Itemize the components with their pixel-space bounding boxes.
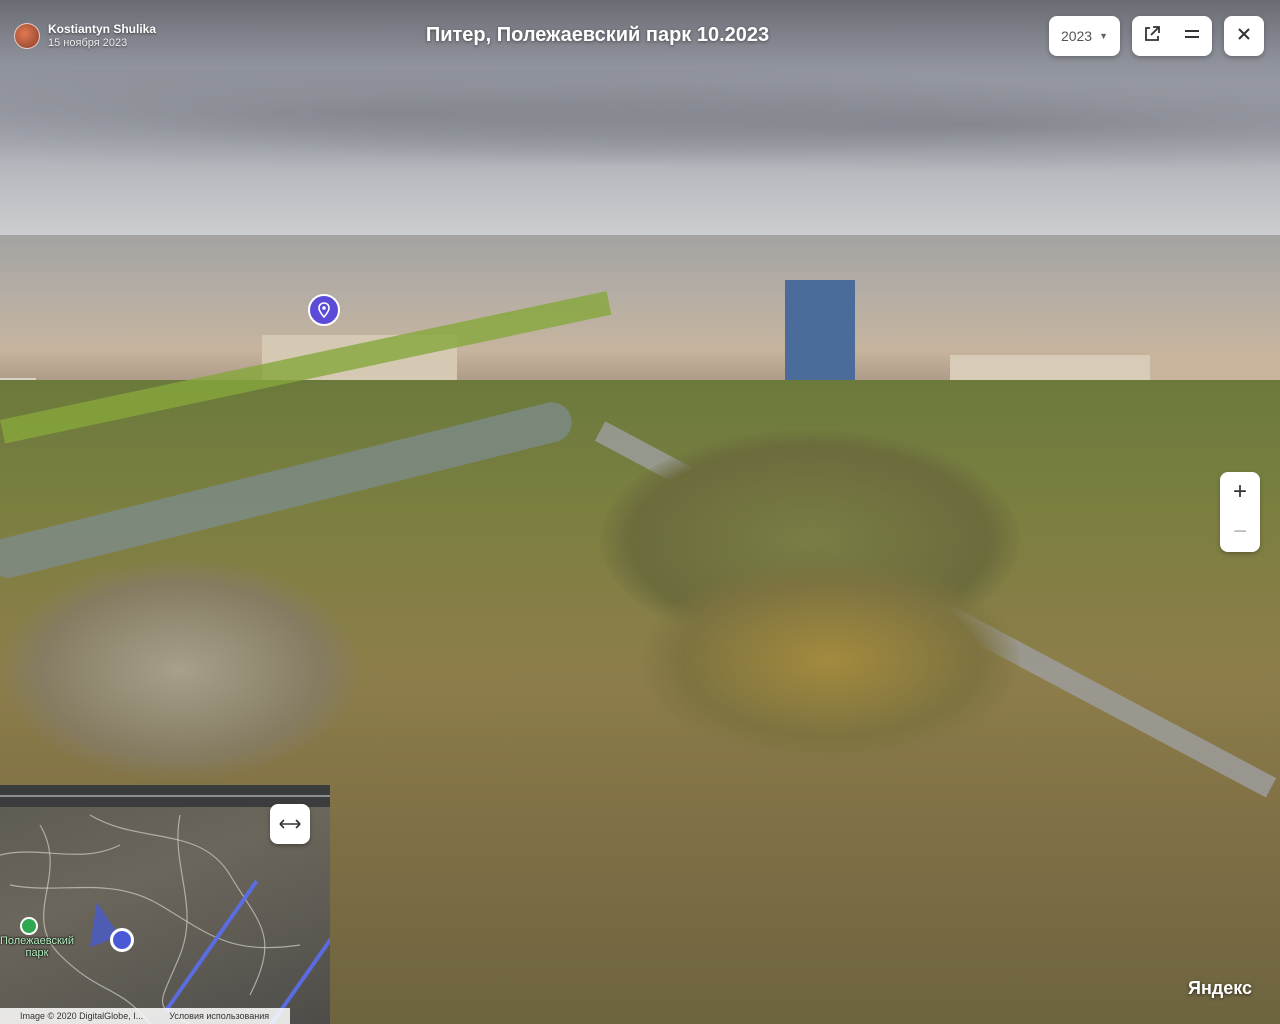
year-value: 2023 [1060,28,1093,44]
trees [0,560,360,780]
external-link-icon [1143,25,1161,48]
expand-minimap-button[interactable] [270,804,310,844]
trees [640,560,1020,760]
close-button[interactable] [1224,16,1264,56]
zoom-control: + − [1220,472,1260,552]
panorama-title: Питер, Полежаевский парк 10.2023 [425,24,770,46]
terms-link[interactable]: Условия использования [149,1011,275,1021]
copyright-text: Image © 2020 DigitalGlobe, I... [20,1011,144,1021]
yandex-logo: Яндекс [1188,978,1253,998]
minimap[interactable]: Полежаевский парк Image © 2020 DigitalGl… [0,785,330,1024]
panorama-marker-icon[interactable] [308,294,340,326]
building [785,280,855,380]
current-position-icon [110,928,134,952]
park-icon[interactable] [20,917,38,935]
minimap-footer: Image © 2020 DigitalGlobe, I... Условия … [0,1008,290,1024]
menu-button[interactable] [1172,16,1212,56]
close-icon [1236,26,1252,47]
menu-icon [1183,25,1201,48]
expand-arrows-icon [279,816,301,833]
share-button[interactable] [1132,16,1172,56]
zoom-out-button[interactable]: − [1220,512,1260,552]
clouds [0,70,1280,180]
year-dropdown[interactable]: 2023 ▼ [1049,16,1120,56]
park-label[interactable]: Полежаевский парк [0,935,82,959]
zoom-in-button[interactable]: + [1220,472,1260,512]
action-group [1132,16,1212,56]
chevron-down-icon: ▼ [1099,31,1109,41]
top-bar: Kostiantyn Shulika 15 ноября 2023 Питер,… [0,0,1280,72]
